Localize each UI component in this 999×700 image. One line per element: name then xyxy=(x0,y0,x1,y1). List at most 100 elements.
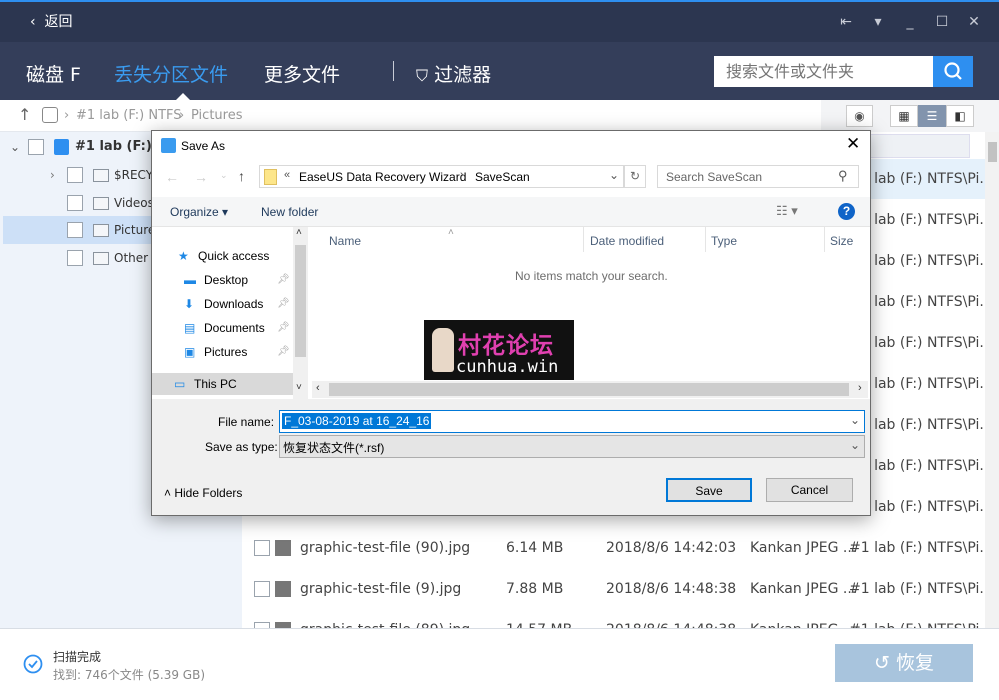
folder-icon xyxy=(93,169,109,182)
tab-lost-partition[interactable]: 丢失分区文件 xyxy=(114,60,228,87)
checkbox[interactable] xyxy=(254,540,270,556)
checkbox[interactable] xyxy=(67,167,83,183)
active-tab-indicator xyxy=(176,93,190,100)
vertical-scrollbar[interactable] xyxy=(985,132,999,628)
column-name[interactable]: Name xyxy=(329,234,361,248)
search-button[interactable] xyxy=(933,56,973,87)
downloads-icon: ⬇ xyxy=(184,297,195,311)
breadcrumb-item[interactable]: Pictures xyxy=(191,108,242,123)
preview-eye-button[interactable]: ◉ xyxy=(846,105,873,127)
checkbox[interactable] xyxy=(67,195,83,211)
chevron-down-icon[interactable]: ⌄ xyxy=(850,438,860,452)
scan-status: 扫描完成 xyxy=(53,650,102,664)
horizontal-scrollbar[interactable]: ‹ › xyxy=(312,381,868,398)
search-icon: ⚲ xyxy=(838,168,848,183)
filter-button[interactable]: ⛉ 过滤器 xyxy=(416,60,491,87)
grid-icon: ▦ xyxy=(898,109,910,123)
cell-size: 14.57 MB xyxy=(506,610,572,628)
restore-button[interactable]: ↺ 恢复 xyxy=(835,644,973,682)
cancel-button[interactable]: Cancel xyxy=(766,478,853,502)
app-icon xyxy=(161,138,176,153)
back-button[interactable]: ‹ 返回 xyxy=(30,11,73,31)
file-name-input[interactable]: F_03-08-2019 at 16_24_16 ⌄ xyxy=(279,410,865,433)
pin-icon[interactable]: 📌︎ xyxy=(277,293,290,315)
close-icon[interactable]: ✕ xyxy=(846,134,860,154)
filter-icon: ⛉ xyxy=(416,66,429,85)
table-row[interactable]: graphic-test-file (9).jpg 7.88 MB 2018/8/6… xyxy=(242,569,985,609)
cell-size: 7.88 MB xyxy=(506,581,564,597)
column-size[interactable]: Size xyxy=(830,234,853,248)
export-icon[interactable]: ⇤ xyxy=(836,12,856,32)
hide-folders-button[interactable]: ˄ Hide Folders xyxy=(164,486,242,500)
checkbox[interactable] xyxy=(254,581,270,597)
panel-icon: ◧ xyxy=(954,109,966,123)
dialog-search-input[interactable]: Search SaveScan ⚲ xyxy=(657,165,859,188)
column-date[interactable]: Date modified xyxy=(590,234,664,248)
up-arrow-icon[interactable]: ↑ xyxy=(238,168,245,184)
table-row[interactable]: graphic-test-file (89).jpg 14.57 MB 2018/8… xyxy=(242,610,985,628)
nav-item[interactable]: ▬ Desktop 📌︎ xyxy=(152,269,293,291)
nav-item[interactable]: ▭ This PC xyxy=(152,373,293,395)
divider xyxy=(393,61,394,81)
organize-button[interactable]: Organize ▾ xyxy=(170,205,228,219)
tab-more-files[interactable]: 更多文件 xyxy=(264,60,340,87)
drive-icon xyxy=(54,139,69,155)
list-icon: ☰ xyxy=(926,109,938,123)
file-pane: Name ˄ Date modified Type Size No items … xyxy=(308,227,870,399)
cell-name: graphic-test-file (89).jpg xyxy=(300,610,470,628)
new-folder-button[interactable]: New folder xyxy=(261,205,318,219)
table-row[interactable]: graphic-test-file (90).jpg 6.14 MB 2018/8/… xyxy=(242,528,985,568)
nav-item[interactable]: ★ Quick access xyxy=(152,245,293,267)
checkbox[interactable] xyxy=(67,222,83,238)
checkbox[interactable] xyxy=(67,250,83,266)
pin-icon[interactable]: 📌︎ xyxy=(277,317,290,339)
scroll-thumb[interactable] xyxy=(988,142,997,162)
nav-scrollbar[interactable]: ˄ ˅ xyxy=(293,227,308,399)
save-type-select[interactable]: 恢复状态文件(*.rsf) ⌄ xyxy=(279,435,865,458)
star-icon: ★ xyxy=(178,249,189,263)
recent-dropdown-icon[interactable]: ⌄ xyxy=(220,170,228,181)
close-button[interactable]: ✕ xyxy=(964,12,984,32)
minimize-button[interactable]: _ xyxy=(900,12,920,32)
help-icon[interactable]: ? xyxy=(838,203,855,220)
pictures-icon: ▣ xyxy=(184,345,196,359)
save-button[interactable]: Save xyxy=(666,478,752,502)
forward-arrow-icon[interactable]: → xyxy=(194,169,208,185)
chevron-down-icon[interactable]: ⌄ xyxy=(10,133,20,161)
chevron-down-icon[interactable]: ⌄ xyxy=(609,168,619,182)
back-arrow-icon[interactable]: ← xyxy=(165,169,179,185)
computer-icon: ▭ xyxy=(174,377,186,391)
check-circle-icon xyxy=(23,654,43,674)
dropdown-menu-icon[interactable]: ▾ xyxy=(868,12,888,32)
cell-date: 2018/8/6 14:48:38 xyxy=(606,581,737,597)
refresh-icon[interactable]: ↻ xyxy=(624,165,646,188)
pin-icon[interactable]: 📌︎ xyxy=(277,269,290,291)
nav-item[interactable]: ⬇ Downloads 📌︎ xyxy=(152,293,293,315)
cell-path: #1 lab (F:) NTFS\Pi... xyxy=(849,610,985,628)
cell-name: graphic-test-file (90).jpg xyxy=(300,540,471,556)
nav-item[interactable]: ▤ Documents 📌︎ xyxy=(152,317,293,339)
empty-message: No items match your search. xyxy=(515,269,668,283)
column-type[interactable]: Type xyxy=(711,234,737,248)
breadcrumb-item[interactable]: #1 lab (F:) NTFS xyxy=(76,108,182,123)
detail-view-button[interactable]: ◧ xyxy=(946,105,974,127)
search-input[interactable] xyxy=(714,56,934,87)
address-bar[interactable]: « EaseUS Data Recovery Wizard › SaveScan… xyxy=(259,165,646,188)
up-arrow-icon[interactable]: ↑ xyxy=(18,105,31,124)
chevron-down-icon[interactable]: ⌄ xyxy=(850,413,860,427)
view-options-icon[interactable]: ☷ ▾ xyxy=(776,203,798,219)
cell-type: Kankan JPEG ... xyxy=(750,610,856,628)
file-name-label: File name: xyxy=(218,415,275,429)
tab-disk[interactable]: 磁盘 F xyxy=(26,60,81,87)
drive-icon xyxy=(42,107,58,123)
navigation-pane: ★ Quick access ▬ Desktop 📌︎ ⬇ Downloads 📌︎ ▤ Docu… xyxy=(152,227,308,399)
maximize-button[interactable]: ☐ xyxy=(932,12,952,32)
breadcrumb: ↑ › #1 lab (F:) NTFS › Pictures ◉ ▦ ☰ ◧ xyxy=(0,100,999,132)
list-view-button[interactable]: ☰ xyxy=(918,105,946,127)
grid-view-button[interactable]: ▦ xyxy=(890,105,918,127)
dialog-title-bar: Save As ✕ xyxy=(152,131,870,161)
chevron-left-icon: ‹ xyxy=(30,14,36,30)
nav-item[interactable]: ▣ Pictures 📌︎ xyxy=(152,341,293,363)
pin-icon[interactable]: 📌︎ xyxy=(277,341,290,363)
checkbox[interactable] xyxy=(28,139,44,155)
